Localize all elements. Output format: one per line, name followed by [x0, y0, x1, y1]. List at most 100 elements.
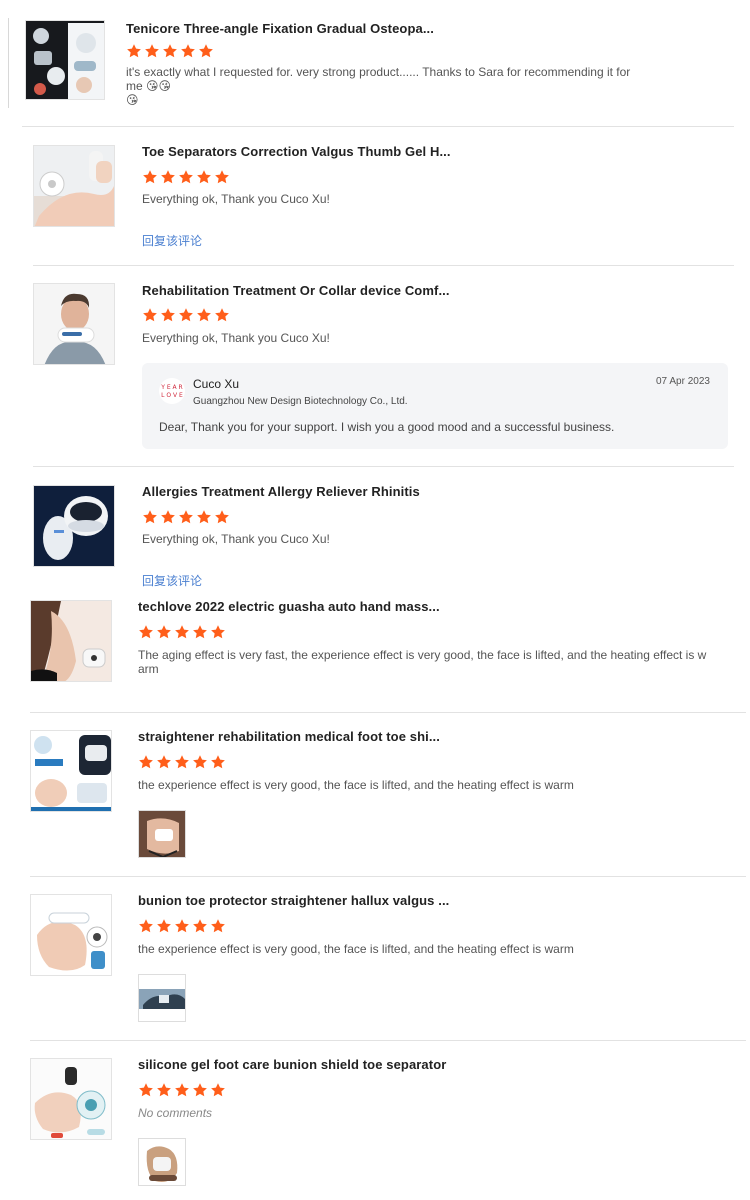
product-thumbnail[interactable]	[30, 894, 112, 976]
review-photo[interactable]	[138, 1138, 186, 1186]
product-title[interactable]: straightener rehabilitation medical foot…	[138, 729, 440, 744]
star-icon	[178, 509, 194, 525]
star-icon	[210, 1082, 226, 1098]
star-icon	[156, 918, 172, 934]
review-comment-line: 😘	[126, 93, 139, 107]
star-icon	[142, 307, 158, 323]
review-comment: it's exactly what I requested for. very …	[126, 65, 636, 107]
svg-text:L O V E: L O V E	[161, 392, 183, 399]
product-title[interactable]: Toe Separators Correction Valgus Thumb G…	[142, 144, 451, 159]
review-comment: Everything ok, Thank you Cuco Xu!	[142, 331, 330, 345]
rating-stars	[142, 509, 230, 525]
star-icon	[210, 918, 226, 934]
reply-comment-link[interactable]: 回复该评论	[142, 232, 202, 249]
star-icon	[156, 1082, 172, 1098]
star-icon	[160, 509, 176, 525]
product-image-icon	[31, 895, 111, 975]
seller-reply-message: Dear, Thank you for your support. I wish…	[159, 420, 615, 434]
review-comment-line: arm	[138, 662, 159, 676]
star-icon	[126, 43, 142, 59]
star-icon	[214, 169, 230, 185]
star-icon	[142, 169, 158, 185]
star-icon	[174, 754, 190, 770]
star-icon	[192, 918, 208, 934]
product-title[interactable]: Tenicore Three-angle Fixation Gradual Os…	[126, 21, 434, 36]
star-icon	[196, 169, 212, 185]
star-icon	[196, 307, 212, 323]
review-comment: No comments	[138, 1106, 213, 1120]
product-thumbnail[interactable]	[30, 730, 112, 812]
product-image-icon	[26, 21, 104, 99]
reply-comment-link[interactable]: 回复该评论	[142, 572, 202, 589]
product-image-icon	[31, 601, 111, 681]
divider	[33, 466, 734, 467]
product-title[interactable]: silicone gel foot care bunion shield toe…	[138, 1057, 446, 1072]
rating-stars	[138, 918, 226, 934]
product-title[interactable]: techlove 2022 electric guasha auto hand …	[138, 599, 440, 614]
product-image-icon	[31, 731, 111, 811]
product-thumbnail[interactable]	[33, 485, 115, 567]
rating-stars	[142, 307, 230, 323]
review-photo-image	[139, 811, 185, 857]
review-comment: the experience effect is very good, the …	[138, 778, 574, 792]
rating-stars	[126, 43, 214, 59]
review-comment-line: The aging effect is very fast, the exper…	[138, 648, 707, 662]
star-icon	[198, 43, 214, 59]
star-icon	[138, 754, 154, 770]
star-icon	[192, 754, 208, 770]
left-border-rule	[8, 18, 9, 108]
review-photo-image	[139, 975, 185, 1021]
divider	[30, 712, 746, 713]
star-icon	[160, 169, 176, 185]
star-icon	[196, 509, 212, 525]
product-image-icon	[34, 284, 114, 364]
star-icon	[180, 43, 196, 59]
rating-stars	[142, 169, 230, 185]
seller-company: Guangzhou New Design Biotechnology Co., …	[193, 396, 408, 407]
review-comment: the experience effect is very good, the …	[138, 942, 574, 956]
reply-date: 07 Apr 2023	[656, 376, 710, 387]
product-title[interactable]: Allergies Treatment Allergy Reliever Rhi…	[142, 484, 420, 499]
star-icon	[192, 1082, 208, 1098]
product-title[interactable]: bunion toe protector straightener hallux…	[138, 893, 449, 908]
star-icon	[138, 624, 154, 640]
star-icon	[156, 754, 172, 770]
seller-reply-box: Y E A R L O V E Cuco Xu Guangzhou New De…	[142, 363, 728, 449]
review-comment: Everything ok, Thank you Cuco Xu!	[142, 532, 330, 546]
review-photo[interactable]	[138, 974, 186, 1022]
star-icon	[210, 754, 226, 770]
seller-name: Cuco Xu	[193, 377, 240, 391]
rating-stars	[138, 624, 226, 640]
star-icon	[138, 918, 154, 934]
product-thumbnail[interactable]	[33, 283, 115, 365]
review-photo[interactable]	[138, 810, 186, 858]
rating-stars	[138, 754, 226, 770]
review-comment-line: it's exactly what I requested for. very …	[126, 65, 631, 93]
star-icon	[142, 509, 158, 525]
product-image-icon	[31, 1059, 111, 1139]
review-comment: The aging effect is very fast, the exper…	[138, 648, 708, 676]
star-icon	[214, 509, 230, 525]
star-icon	[174, 918, 190, 934]
star-icon	[162, 43, 178, 59]
product-thumbnail[interactable]	[25, 20, 105, 100]
star-icon	[210, 624, 226, 640]
star-icon	[138, 1082, 154, 1098]
star-icon	[174, 1082, 190, 1098]
review-photo-image	[139, 1139, 185, 1185]
star-icon	[214, 307, 230, 323]
star-icon	[174, 624, 190, 640]
product-thumbnail[interactable]	[30, 1058, 112, 1140]
star-icon	[160, 307, 176, 323]
product-thumbnail[interactable]	[30, 600, 112, 682]
product-thumbnail[interactable]	[33, 145, 115, 227]
svg-text:Y E A R: Y E A R	[160, 384, 182, 391]
product-title[interactable]: Rehabilitation Treatment Or Collar devic…	[142, 283, 450, 298]
star-icon	[144, 43, 160, 59]
seller-logo-icon: Y E A R L O V E	[159, 378, 185, 404]
star-icon	[156, 624, 172, 640]
divider	[30, 1040, 746, 1041]
rating-stars	[138, 1082, 226, 1098]
product-image-icon	[34, 486, 114, 566]
divider	[30, 876, 746, 877]
